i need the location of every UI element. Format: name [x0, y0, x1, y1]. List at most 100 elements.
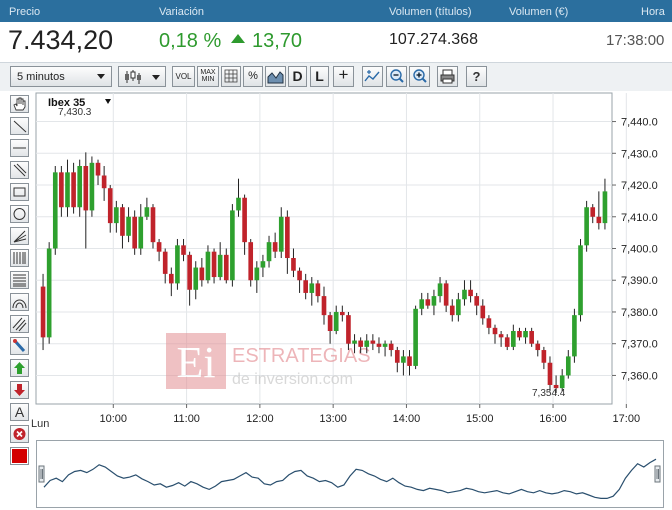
- chart-type-select[interactable]: [118, 66, 166, 87]
- x-axis-labels: 10:00 11:00 12:00 13:00 14:00 15:00 16:00 17:00: [100, 413, 641, 425]
- navigator-left-handle[interactable]: [38, 465, 45, 483]
- candle-body: [602, 191, 608, 224]
- candle-body: [419, 299, 425, 309]
- candle-body: [297, 270, 302, 281]
- daily-button[interactable]: D: [288, 66, 307, 87]
- candle-body: [199, 267, 205, 281]
- max-min-button[interactable]: MAX MIN: [197, 66, 219, 87]
- candle-body: [266, 242, 272, 262]
- candle-body: [71, 172, 76, 208]
- x-tick-label: 12:00: [246, 413, 274, 425]
- candle-body: [596, 216, 602, 224]
- candle-body: [413, 308, 418, 366]
- candle-body: [144, 207, 150, 217]
- x-tick-label: 16:00: [539, 413, 567, 425]
- y-tick-label: 7,430.0: [621, 148, 658, 160]
- navigator-panel[interactable]: [36, 440, 664, 508]
- navigator-frame: [36, 440, 664, 508]
- candle-body: [346, 315, 351, 344]
- candle-body: [376, 343, 382, 347]
- change-percent: 0,18 %: [159, 30, 222, 52]
- candle-body: [89, 162, 95, 211]
- y-tick-label: 7,410.0: [621, 212, 658, 224]
- candle-body: [517, 331, 522, 338]
- candle-body: [462, 289, 467, 300]
- help-icon: ?: [472, 69, 481, 84]
- y-tick-label: 7,400.0: [621, 244, 658, 256]
- candle-body: [547, 362, 553, 385]
- print-button[interactable]: [437, 66, 458, 87]
- candle-body: [456, 299, 461, 316]
- candle-body: [407, 356, 412, 366]
- watermark-mark: Ei: [176, 338, 215, 387]
- candle-body: [535, 343, 541, 351]
- quote-header: Precio Variación Volumen (títulos) Volum…: [0, 0, 672, 22]
- zoom-out-button[interactable]: [386, 66, 407, 87]
- candle-body: [217, 254, 223, 278]
- x-tick-label: 17:00: [613, 413, 641, 425]
- candle-body: [449, 305, 455, 316]
- candlestick-icon: [125, 70, 160, 84]
- color-picker[interactable]: [10, 447, 29, 465]
- candle-body: [486, 318, 492, 328]
- candle-body: [504, 337, 510, 347]
- candle-body: [150, 207, 156, 243]
- candle-body: [584, 207, 589, 246]
- candle-body: [83, 165, 89, 211]
- label-variacion: Variación: [159, 6, 205, 18]
- candle-body: [492, 327, 498, 335]
- chart-toolbar: 5 minutos VOL MAX MIN % D L + ?: [0, 63, 672, 91]
- label-volumen-eur: Volumen (€): [509, 6, 569, 18]
- candle-body: [529, 331, 534, 344]
- candle-body: [236, 197, 241, 211]
- candle-body: [578, 245, 583, 316]
- candle-body: [309, 283, 315, 293]
- grid-toggle-button[interactable]: [221, 66, 241, 87]
- zoom-in-button[interactable]: [409, 66, 430, 87]
- candle-body: [260, 261, 266, 268]
- candle-body: [278, 216, 284, 252]
- label-hora: Hora: [641, 6, 665, 18]
- candle-body: [437, 283, 443, 297]
- candle-body: [340, 311, 345, 316]
- candle-body: [431, 296, 437, 306]
- x-tick-label: 13:00: [319, 413, 347, 425]
- candle-body: [498, 334, 504, 338]
- low-label: 7,354.4: [532, 388, 566, 399]
- candle-body: [181, 245, 186, 255]
- help-button[interactable]: ?: [466, 66, 487, 87]
- candle-body: [401, 356, 406, 363]
- candle-body: [480, 305, 486, 319]
- candle-body: [358, 340, 363, 347]
- y-tick-label: 7,370.0: [621, 339, 658, 351]
- grid-icon: [224, 69, 238, 83]
- candle-body: [211, 251, 217, 278]
- navigator-right-handle[interactable]: [654, 465, 661, 483]
- candle-body: [272, 242, 278, 252]
- interval-select[interactable]: 5 minutos: [10, 66, 112, 87]
- candle-body: [321, 296, 327, 316]
- candle-body: [565, 356, 571, 376]
- candle-body: [254, 267, 260, 281]
- area-chart-button[interactable]: [265, 66, 286, 87]
- volume-value: 107.274.368: [389, 31, 478, 48]
- candle-body: [230, 210, 235, 281]
- candle-body: [132, 216, 137, 249]
- percent-button[interactable]: %: [243, 66, 263, 87]
- y-axis-labels: 7,360.0 7,370.0 7,380.0 7,390.0 7,400.0 7,410…: [621, 117, 658, 383]
- candle-body: [370, 340, 376, 344]
- candle-body: [162, 251, 168, 274]
- candle-body: [168, 273, 174, 284]
- crosshair-button[interactable]: +: [333, 66, 354, 87]
- volume-toggle-button[interactable]: VOL: [172, 66, 195, 87]
- log-scale-button[interactable]: L: [310, 66, 329, 87]
- price-chart[interactable]: 7,360.0 7,370.0 7,380.0 7,390.0 7,400.0 7,410…: [0, 92, 672, 430]
- candle-body: [205, 251, 211, 281]
- candle-body: [425, 299, 431, 306]
- candle-body: [303, 280, 308, 293]
- zoom-in-icon: [413, 69, 427, 83]
- candle-body: [388, 343, 394, 351]
- compare-button[interactable]: [362, 66, 383, 87]
- candle-body: [572, 315, 577, 357]
- candle-body: [120, 207, 125, 236]
